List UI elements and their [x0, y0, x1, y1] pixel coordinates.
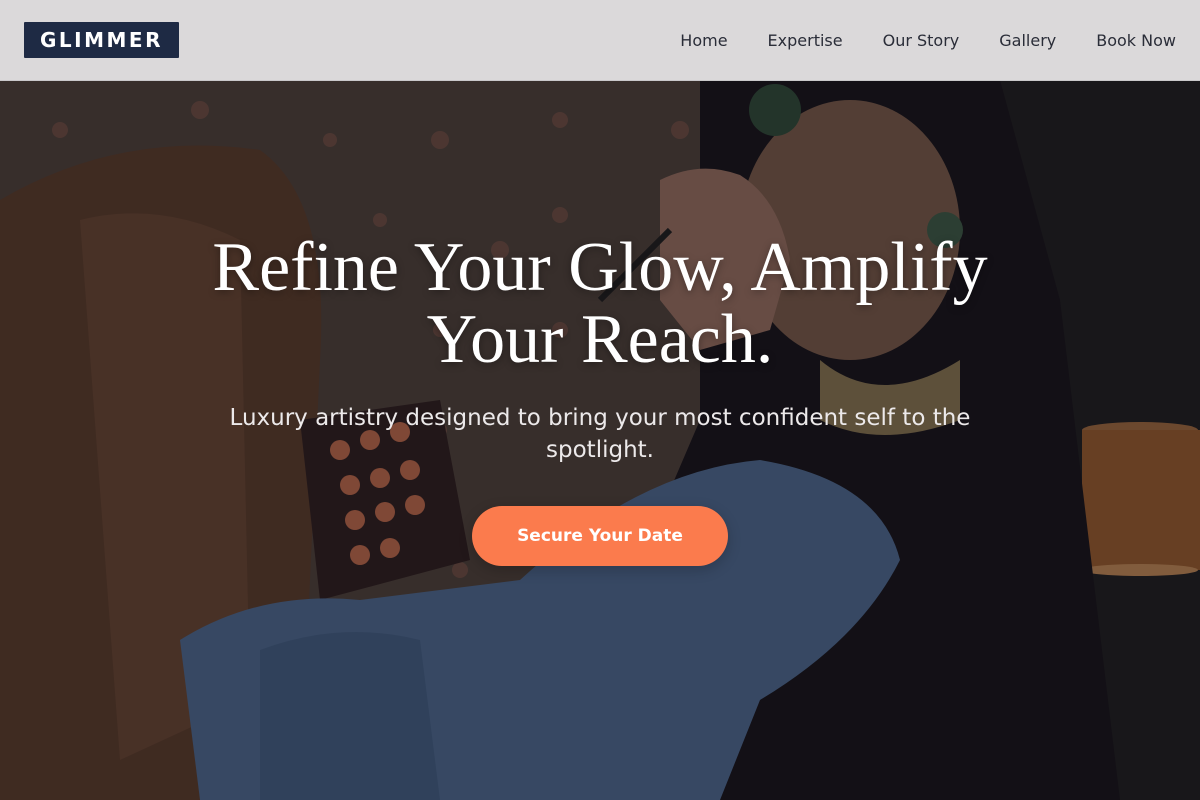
main-nav: Home Expertise Our Story Gallery Book No… [680, 31, 1176, 50]
hero-section: Refine Your Glow, Amplify Your Reach. Lu… [0, 232, 1200, 566]
secure-date-button[interactable]: Secure Your Date [472, 506, 728, 566]
nav-link-home[interactable]: Home [680, 31, 727, 50]
hero-headline: Refine Your Glow, Amplify Your Reach. [212, 229, 988, 378]
nav-link-gallery[interactable]: Gallery [999, 31, 1056, 50]
nav-link-expertise[interactable]: Expertise [768, 31, 843, 50]
brand-logo[interactable]: GLIMMER [24, 22, 179, 58]
nav-link-our-story[interactable]: Our Story [883, 31, 960, 50]
hero-subtitle: Luxury artistry designed to bring your m… [229, 405, 971, 463]
site-header: GLIMMER Home Expertise Our Story Gallery… [0, 0, 1200, 81]
nav-link-book-now[interactable]: Book Now [1096, 31, 1176, 50]
landing-page: GLIMMER Home Expertise Our Story Gallery… [0, 0, 1200, 800]
